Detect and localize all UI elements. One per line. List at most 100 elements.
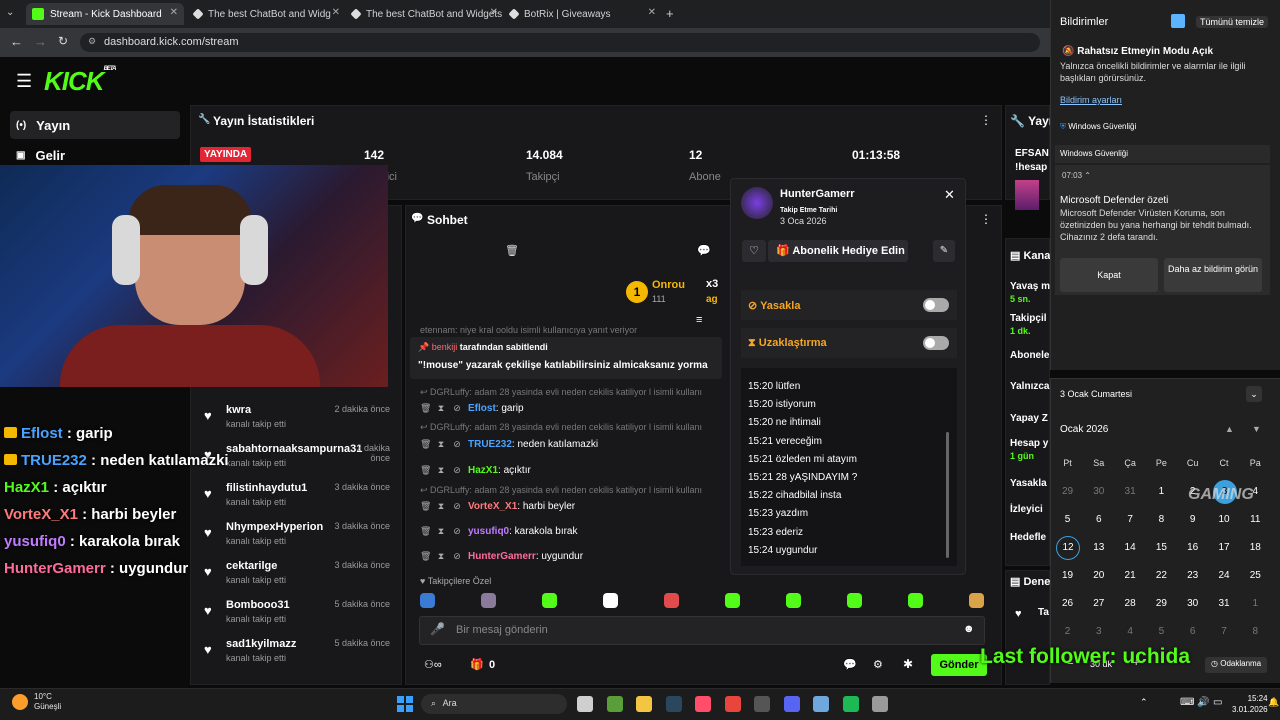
calendar-day[interactable]: 26 — [1052, 590, 1083, 618]
send-button[interactable]: Gönder — [931, 654, 987, 676]
battery-icon[interactable]: ▭ — [1213, 697, 1222, 708]
mod-action-icon[interactable]: ✎ — [933, 240, 955, 262]
gift-icon[interactable]: 🎁 — [470, 658, 484, 671]
trash-icon[interactable]: 🗑 — [420, 465, 431, 476]
chat-username[interactable]: VorteX_X1 — [468, 501, 517, 512]
url-field[interactable]: ⚙ dashboard.kick.com/stream — [80, 33, 1040, 52]
dnd-icon[interactable] — [1171, 14, 1185, 28]
calendar-day[interactable]: 31 — [1115, 478, 1146, 506]
calendar-day[interactable]: 9 — [1177, 506, 1208, 534]
chat-username[interactable]: TRUE232 — [468, 439, 512, 450]
notification-settings-link[interactable]: Bildirim ayarları — [1060, 95, 1122, 105]
capcut-icon[interactable] — [695, 696, 711, 712]
chat-users-icon[interactable]: ⚇∞ — [424, 658, 442, 671]
trash-icon[interactable]: 🗑 — [420, 403, 431, 414]
calendar-day[interactable]: 7 — [1209, 618, 1240, 646]
gift-sub-button[interactable]: 🎁 Abonelik Hediye Edin — [768, 240, 908, 262]
next-month-icon[interactable]: ▼ — [1252, 424, 1261, 434]
focus-button[interactable]: ◷ Odaklanma — [1205, 657, 1268, 673]
reload-icon[interactable]: ↻ — [58, 34, 68, 48]
calendar-day[interactable]: 7 — [1115, 506, 1146, 534]
chat-username[interactable]: Eflost — [468, 403, 496, 414]
network-icon[interactable]: ⌨ — [1180, 697, 1194, 708]
calendar-day[interactable]: 22 — [1146, 562, 1177, 590]
ban-icon[interactable]: ⊘ — [452, 465, 462, 476]
tab-search-button[interactable]: ⌄ — [6, 7, 14, 18]
emote-icon[interactable] — [969, 593, 984, 608]
minecraft-icon[interactable] — [606, 696, 623, 712]
chat-message[interactable]: 🗑 ⧗ ⊘ yusufiq0: karakola bırak — [420, 526, 720, 537]
calendar-day[interactable]: 1 — [1240, 590, 1271, 618]
start-button-icon[interactable] — [397, 696, 413, 712]
calendar-day[interactable]: 20 — [1083, 562, 1114, 590]
kick-logo[interactable]: KICKBETA — [44, 66, 116, 97]
calendar-day[interactable]: 5 — [1052, 506, 1083, 534]
discord-icon[interactable] — [783, 696, 800, 712]
calendar-day[interactable]: 31 — [1209, 590, 1240, 618]
chat-message[interactable]: 🗑 ⧗ ⊘ TRUE232: neden katılamazki — [420, 439, 720, 450]
trash-icon[interactable]: 🗑 — [420, 526, 431, 537]
hamburger-menu-icon[interactable]: ☰ — [16, 71, 32, 92]
calendar-day[interactable]: 13 — [1083, 534, 1114, 562]
ban-icon[interactable]: ⊘ — [452, 551, 462, 562]
collapse-calendar-icon[interactable]: ⌄ — [1246, 386, 1262, 402]
emote-icon[interactable] — [420, 593, 435, 608]
chevron-up-icon[interactable]: ⌃ — [1084, 171, 1091, 180]
obs-icon[interactable] — [754, 696, 770, 712]
stats-menu-icon[interactable]: ⋮ — [980, 113, 992, 127]
chat-username[interactable]: yusufiq0 — [468, 526, 509, 537]
notification-bell-icon[interactable]: 🔔 — [1268, 697, 1279, 708]
emote-icon[interactable] — [664, 593, 679, 608]
calendar-day[interactable]: 6 — [1083, 506, 1114, 534]
timeout-icon[interactable]: ⧗ — [436, 439, 446, 450]
forward-icon[interactable]: → — [34, 34, 47, 49]
site-info-icon[interactable]: ⚙ — [88, 36, 96, 47]
calendar-day[interactable]: 27 — [1083, 590, 1114, 618]
trash-icon[interactable]: 🗑 — [505, 244, 519, 257]
calendar-day[interactable]: 12 — [1056, 536, 1080, 560]
trash-icon[interactable]: 🗑 — [420, 551, 431, 562]
calendar-day[interactable]: 6 — [1177, 618, 1208, 646]
emote-icon[interactable] — [542, 593, 557, 608]
chat-username[interactable]: HunterGamerr — [468, 551, 536, 562]
spotify-icon[interactable] — [842, 696, 859, 712]
calendar-day[interactable]: 8 — [1240, 618, 1271, 646]
emote-icon[interactable] — [847, 593, 862, 608]
calendar-day[interactable]: 25 — [1240, 562, 1271, 590]
emote-icon[interactable] — [481, 593, 496, 608]
taskbar-clock[interactable]: 15:24 3.01.2026 — [1232, 693, 1268, 715]
calendar-day[interactable]: 24 — [1209, 562, 1240, 590]
tab-botrix-1[interactable]: The best ChatBot and Widg ✕ — [188, 3, 346, 25]
task-view-icon[interactable] — [577, 696, 593, 712]
calendar-day[interactable]: 5 — [1146, 618, 1177, 646]
emote-icon[interactable] — [786, 593, 801, 608]
timeout-icon[interactable]: ⧗ — [436, 526, 446, 537]
trash-icon[interactable]: 🗑 — [420, 439, 431, 450]
chat-menu-icon[interactable]: ⋮ — [980, 212, 992, 226]
ban-icon[interactable]: ⊘ — [452, 439, 462, 450]
emote-icon[interactable] — [603, 593, 618, 608]
chat-bubble-icon[interactable]: 💬 — [843, 658, 857, 671]
chat-username[interactable]: HazX1 — [468, 465, 498, 476]
calendar-day[interactable]: 17 — [1209, 534, 1240, 562]
taskbar-search[interactable]: ⌕ Ara — [421, 694, 567, 714]
history-scrollbar[interactable] — [946, 432, 949, 558]
tab-kick-dashboard[interactable]: Stream - Kick Dashboard ✕ — [26, 3, 184, 25]
file-explorer-icon[interactable] — [636, 696, 652, 712]
less-notifications-button[interactable]: Daha az bildirim görün — [1164, 258, 1262, 292]
follower-row[interactable]: ♥ NhympexHyperion kanalı takip etti 3 dakik… — [196, 519, 396, 557]
app-icon[interactable] — [813, 696, 829, 712]
calendar-day[interactable]: 15 — [1146, 534, 1177, 562]
timeout-icon[interactable]: ⧗ — [436, 501, 446, 512]
calendar-day[interactable]: 28 — [1115, 590, 1146, 618]
popup-close-icon[interactable]: ✕ — [944, 187, 955, 203]
trash-icon[interactable]: 🗑 — [420, 501, 431, 512]
close-tab-icon[interactable]: ✕ — [170, 7, 178, 18]
ban-icon[interactable]: ⊘ — [452, 526, 462, 537]
emoji-icon[interactable]: ☻ — [963, 623, 975, 635]
calendar-day[interactable]: 21 — [1115, 562, 1146, 590]
microphone-icon[interactable]: 🎤 — [430, 622, 445, 636]
calendar-day[interactable]: 18 — [1240, 534, 1271, 562]
calendar-day[interactable]: 2 — [1052, 618, 1083, 646]
close-notification-button[interactable]: Kapat — [1060, 258, 1158, 292]
